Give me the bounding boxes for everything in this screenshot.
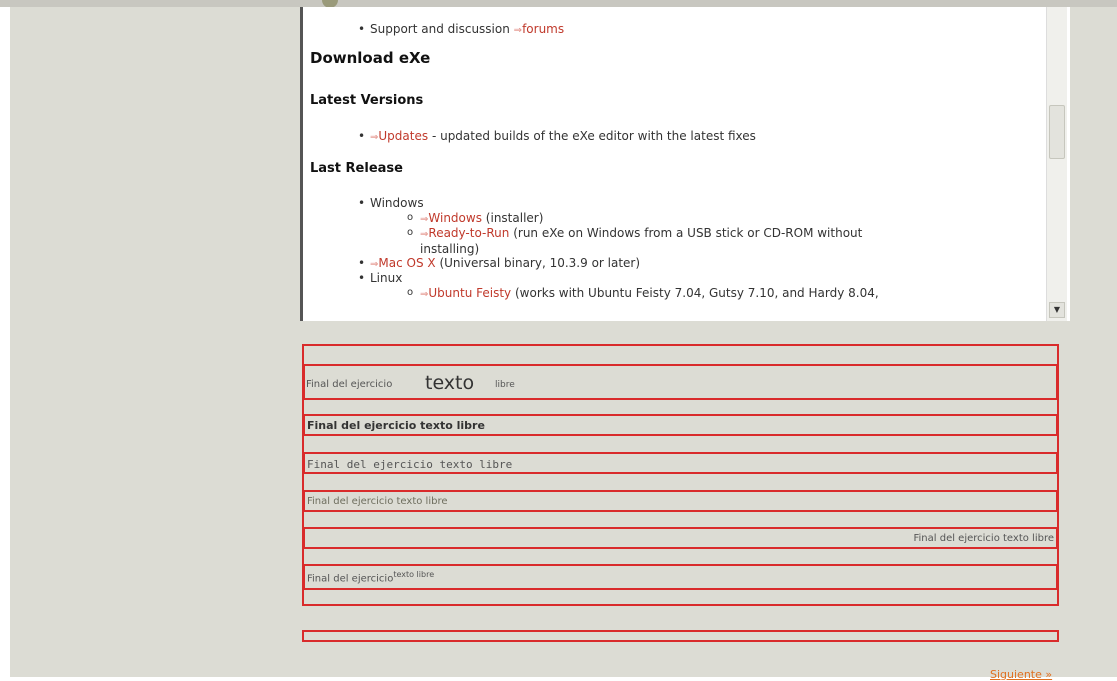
list-item: ⇒Mac OS X (Universal binary, 10.3.9 or l… <box>358 256 640 272</box>
list-item: Linux <box>358 271 402 286</box>
exercise-row: Final del ejerciciotexto libre <box>303 564 1058 590</box>
list-item: ⇒Ubuntu Feisty (works with Ubuntu Feisty… <box>407 285 1040 302</box>
list-item: ⇒Updates - updated builds of the eXe edi… <box>358 129 756 145</box>
mac-os-x-link[interactable]: Mac OS X <box>378 256 435 270</box>
list-item: Support and discussion ⇒forums <box>358 22 564 38</box>
document-body: Support and discussion ⇒forums Download … <box>310 7 1045 321</box>
ready-to-run-link[interactable]: Ready-to-Run <box>428 226 509 240</box>
exercise-footer-bar <box>302 630 1059 642</box>
iframe-scrollbar[interactable]: ▼ <box>1046 7 1067 321</box>
forums-link[interactable]: forums <box>522 22 564 36</box>
ubuntu-feisty-link[interactable]: Ubuntu Feisty <box>428 286 511 300</box>
exercise-row: Final del ejercicio texto libre <box>303 414 1058 436</box>
scrollbar-thumb[interactable] <box>1049 105 1065 159</box>
list-item: ⇒Ready-to-Run (run eXe on Windows from a… <box>407 225 1040 257</box>
updates-link[interactable]: Updates <box>378 129 428 143</box>
latest-versions-heading: Latest Versions <box>310 93 424 108</box>
windows-link[interactable]: Windows <box>428 211 482 225</box>
exercise-row: Final del ejercicio texto libre <box>303 490 1058 512</box>
list-item: ⇒Windows (installer) <box>407 210 543 227</box>
exercise-row: Final del ejercicio texto libre <box>303 364 1058 400</box>
exercise-row: Final del ejercicio texto libre <box>303 527 1058 549</box>
next-page-link[interactable]: Siguiente » <box>990 668 1052 681</box>
scroll-down-icon[interactable]: ▼ <box>1049 302 1065 318</box>
last-release-heading: Last Release <box>310 161 403 176</box>
exercise-row: Final del ejercicio texto libre <box>303 452 1058 474</box>
list-item: Windows <box>358 196 423 211</box>
top-bar <box>0 0 1117 7</box>
content-iframe: Support and discussion ⇒forums Download … <box>300 7 1070 321</box>
download-heading: Download eXe <box>310 49 431 67</box>
iframe-left-border <box>300 7 303 321</box>
